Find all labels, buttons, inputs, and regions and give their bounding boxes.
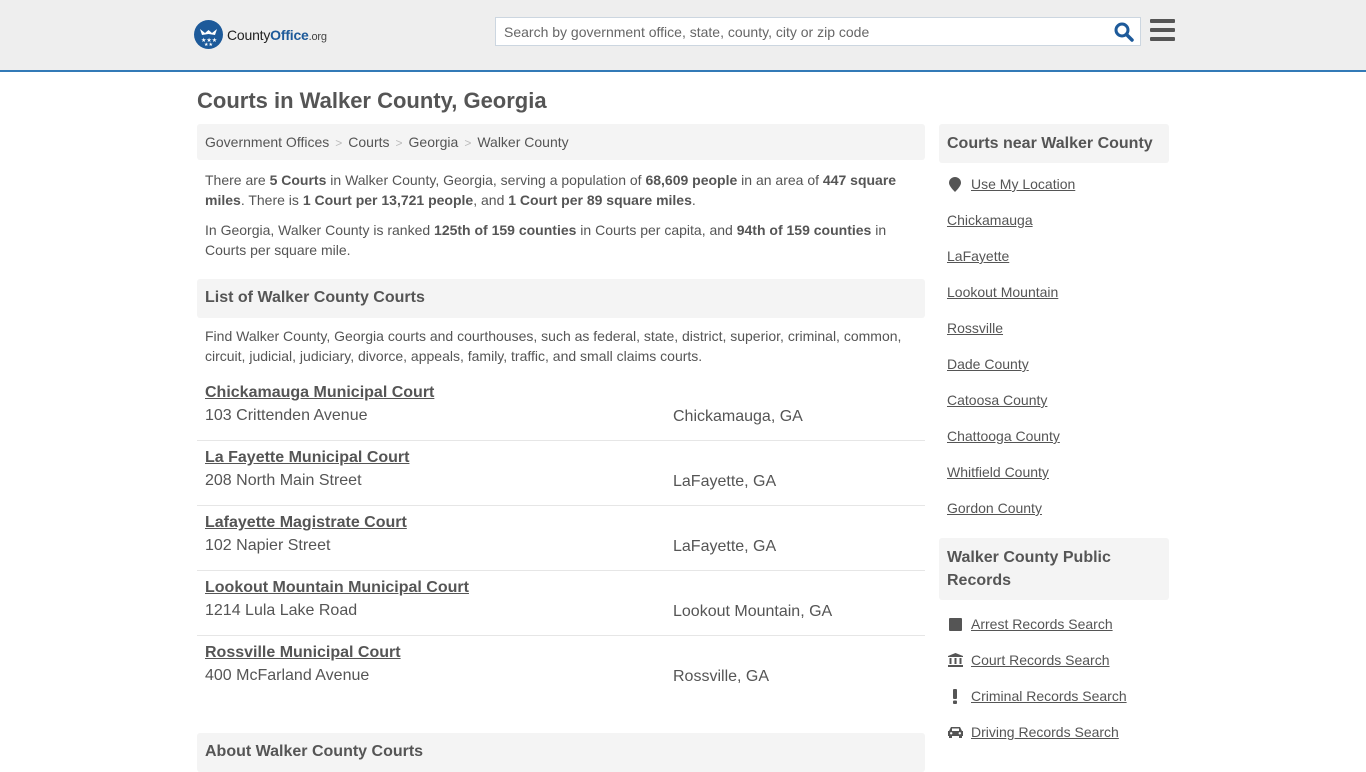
court-name-link[interactable]: La Fayette Municipal Court <box>205 449 409 467</box>
nearby-link[interactable]: LaFayette <box>947 248 1009 264</box>
site-logo[interactable]: ★★★ ★★ CountyOffice.org <box>194 20 327 49</box>
nearby-link-item: Whitfield County <box>947 463 1161 499</box>
breadcrumb-walker-county[interactable]: Walker County <box>477 134 568 150</box>
public-records-heading: Walker County Public Records <box>939 538 1169 600</box>
courts-list-heading: List of Walker County Courts <box>197 279 925 318</box>
intro-summary: There are 5 Courts in Walker County, Geo… <box>205 172 897 208</box>
nearby-link-item: Dade County <box>947 355 1161 391</box>
search-icon[interactable] <box>1114 22 1134 42</box>
square-icon <box>947 616 963 632</box>
court-list-item: Chickamauga Municipal Court 103 Crittend… <box>197 376 925 441</box>
nearby-link-item: Gordon County <box>947 499 1161 535</box>
nearby-link-item: Chattooga County <box>947 427 1161 463</box>
breadcrumb-separator: > <box>335 136 343 150</box>
court-list-item: Rossville Municipal Court 400 McFarland … <box>197 636 925 701</box>
nearby-link-item: Catoosa County <box>947 391 1161 427</box>
nearby-link-item: Rossville <box>947 319 1161 355</box>
use-my-location-item: Use My Location <box>947 175 1161 211</box>
menu-bar <box>1150 37 1175 41</box>
breadcrumb-separator: > <box>395 136 403 150</box>
exclamation-icon <box>947 688 963 704</box>
courthouse-icon <box>947 652 963 668</box>
court-address: 102 Napier Street <box>205 537 331 554</box>
nearby-link[interactable]: Dade County <box>947 356 1029 372</box>
about-courts-heading: About Walker County Courts <box>197 733 925 772</box>
nearby-link-item: Chickamauga <box>947 211 1161 247</box>
main-content: Government Offices > Courts > Georgia > Walker… <box>197 124 925 701</box>
court-address: 400 McFarland Avenue <box>205 667 370 684</box>
records-link-item: Arrest Records Search <box>947 615 1161 651</box>
nearby-link[interactable]: Chattooga County <box>947 428 1060 444</box>
court-name-link[interactable]: Chickamauga Municipal Court <box>205 384 434 402</box>
criminal-records-link[interactable]: Criminal Records Search <box>971 688 1127 704</box>
nearby-link-item: LaFayette <box>947 247 1161 283</box>
arrest-records-link[interactable]: Arrest Records Search <box>971 616 1113 632</box>
page-title: Courts in Walker County, Georgia <box>197 88 547 113</box>
car-icon <box>947 724 963 740</box>
records-link-item: Court Records Search <box>947 651 1161 687</box>
court-records-link[interactable]: Court Records Search <box>971 652 1110 668</box>
records-link-item: Criminal Records Search <box>947 687 1161 723</box>
nearby-link-item: Lookout Mountain <box>947 283 1161 319</box>
logo-text: CountyOffice.org <box>227 26 327 43</box>
map-marker-icon <box>947 176 963 192</box>
court-address: 208 North Main Street <box>205 472 362 489</box>
menu-bar <box>1150 28 1175 32</box>
intro-ranking: In Georgia, Walker County is ranked 125t… <box>205 222 887 258</box>
court-city: LaFayette, GA <box>673 473 777 490</box>
court-address: 103 Crittenden Avenue <box>205 407 368 424</box>
eagle-logo-icon: ★★★ ★★ <box>194 20 223 49</box>
nearby-link[interactable]: Chickamauga <box>947 212 1033 228</box>
court-city: Lookout Mountain, GA <box>673 603 833 620</box>
breadcrumb-courts[interactable]: Courts <box>348 134 389 150</box>
use-my-location-link[interactable]: Use My Location <box>971 176 1075 192</box>
breadcrumb: Government Offices > Courts > Georgia > Walker… <box>197 124 925 160</box>
breadcrumb-government-offices[interactable]: Government Offices <box>205 134 329 150</box>
court-city: Chickamauga, GA <box>673 408 803 425</box>
site-header: ★★★ ★★ CountyOffice.org <box>0 0 1366 72</box>
nearby-link[interactable]: Rossville <box>947 320 1003 336</box>
public-records-list: Arrest Records Search Court Records Sear… <box>939 600 1169 759</box>
court-city: Rossville, GA <box>673 668 770 685</box>
court-list-item: La Fayette Municipal Court 208 North Mai… <box>197 441 925 506</box>
nearby-link[interactable]: Catoosa County <box>947 392 1047 408</box>
breadcrumb-georgia[interactable]: Georgia <box>409 134 459 150</box>
court-list-item: Lookout Mountain Municipal Court 1214 Lu… <box>197 571 925 636</box>
court-name-link[interactable]: Lafayette Magistrate Court <box>205 514 407 532</box>
courts-list-description: Find Walker County, Georgia courts and c… <box>205 328 902 364</box>
nearby-courts-list: Use My Location Chickamauga LaFayette Lo… <box>939 163 1169 535</box>
records-link-item: Driving Records Search <box>947 723 1161 759</box>
search-box <box>495 17 1141 46</box>
courts-list: Chickamauga Municipal Court 103 Crittend… <box>197 376 925 701</box>
svg-text:★★: ★★ <box>204 42 213 48</box>
driving-records-link[interactable]: Driving Records Search <box>971 724 1119 740</box>
court-city: LaFayette, GA <box>673 538 777 555</box>
court-name-link[interactable]: Rossville Municipal Court <box>205 644 401 662</box>
intro-text: There are 5 Courts in Walker County, Geo… <box>197 170 925 260</box>
breadcrumb-separator: > <box>464 136 472 150</box>
sidebar: Courts near Walker County Use My Locatio… <box>939 124 1169 759</box>
hamburger-menu-icon[interactable] <box>1150 19 1175 41</box>
nearby-link[interactable]: Whitfield County <box>947 464 1049 480</box>
nearby-courts-heading: Courts near Walker County <box>939 124 1169 163</box>
court-list-item: Lafayette Magistrate Court 102 Napier St… <box>197 506 925 571</box>
court-name-link[interactable]: Lookout Mountain Municipal Court <box>205 579 469 597</box>
nearby-link[interactable]: Lookout Mountain <box>947 284 1058 300</box>
menu-bar <box>1150 19 1175 23</box>
search-input[interactable] <box>496 18 1096 45</box>
nearby-link[interactable]: Gordon County <box>947 500 1042 516</box>
